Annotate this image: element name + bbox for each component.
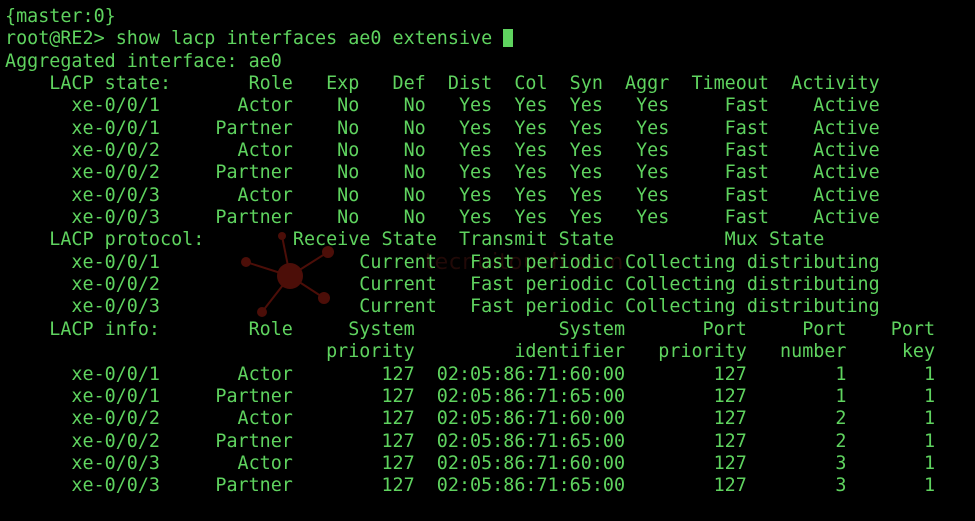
terminal-line: {master:0} [5,6,935,28]
terminal-line: xe-0/0/2 Actor No No Yes Yes Yes Yes Fas… [5,140,935,162]
terminal-line: LACP info: Role System System Port Port … [5,319,935,341]
terminal-line: xe-0/0/1 Current Fast periodic Collectin… [5,252,935,274]
terminal-line-text: priority identifier priority number key [5,341,936,363]
terminal-line: xe-0/0/1 Actor No No Yes Yes Yes Yes Fas… [5,95,935,117]
terminal-line: LACP state: Role Exp Def Dist Col Syn Ag… [5,73,935,95]
terminal-line-text: LACP state: Role Exp Def Dist Col Syn Ag… [5,73,880,95]
terminal-line: xe-0/0/3 Actor 127 02:05:86:71:60:00 127… [5,453,935,475]
terminal-line: xe-0/0/2 Actor 127 02:05:86:71:60:00 127… [5,408,935,430]
terminal-line-text: Aggregated interface: ae0 [5,50,282,72]
terminal-line: xe-0/0/1 Partner No No Yes Yes Yes Yes F… [5,118,935,140]
terminal-line: xe-0/0/2 Current Fast periodic Collectin… [5,274,935,296]
terminal-window[interactable]: tecnuitouch.com {master:0} root@RE2> show… [0,0,975,521]
terminal-line-text: {master:0} [5,6,116,27]
terminal-line-text: xe-0/0/2 Partner 127 02:05:86:71:65:00 1… [5,430,936,452]
terminal-line-text: xe-0/0/1 Actor No No Yes Yes Yes Yes Fas… [5,95,880,117]
terminal-line: root@RE2> show lacp interfaces ae0 exten… [5,28,935,50]
terminal-line: xe-0/0/3 Actor No No Yes Yes Yes Yes Fas… [5,185,935,207]
terminal-line-text: xe-0/0/3 Partner 127 02:05:86:71:65:00 1… [5,475,936,497]
terminal-line: xe-0/0/3 Partner 127 02:05:86:71:65:00 1… [5,475,935,497]
terminal-line-text: xe-0/0/1 Current Fast periodic Collectin… [5,251,880,273]
terminal-line-text: xe-0/0/2 Partner No No Yes Yes Yes Yes F… [5,162,880,184]
terminal-line: xe-0/0/3 Partner No No Yes Yes Yes Yes F… [5,207,935,229]
terminal-line-text: xe-0/0/3 Actor No No Yes Yes Yes Yes Fas… [5,184,880,206]
terminal-line: xe-0/0/1 Partner 127 02:05:86:71:65:00 1… [5,386,935,408]
terminal-line: priority identifier priority number key [5,341,935,363]
terminal-line-text: root@RE2> show lacp interfaces ae0 exten… [5,28,504,50]
terminal-line-text: xe-0/0/3 Partner No No Yes Yes Yes Yes F… [5,207,880,229]
terminal-cursor [503,29,514,48]
terminal-line-text: LACP protocol: Receive State Transmit St… [5,229,825,251]
terminal-line-text: xe-0/0/2 Current Fast periodic Collectin… [5,274,880,296]
terminal-line: LACP protocol: Receive State Transmit St… [5,229,935,251]
terminal-line-text: xe-0/0/1 Partner 127 02:05:86:71:65:00 1… [5,385,936,407]
terminal-line-text: xe-0/0/3 Current Fast periodic Collectin… [5,296,880,318]
terminal-line-text: xe-0/0/1 Actor 127 02:05:86:71:60:00 127… [5,363,936,385]
terminal-line-text: xe-0/0/2 Actor 127 02:05:86:71:60:00 127… [5,408,936,430]
terminal-line-text: xe-0/0/2 Actor No No Yes Yes Yes Yes Fas… [5,140,880,162]
terminal-line-text: LACP info: Role System System Port Port … [5,318,936,340]
terminal-output[interactable]: {master:0} root@RE2> show lacp interfaces… [5,6,935,498]
terminal-line: Aggregated interface: ae0 [5,51,935,73]
terminal-line: xe-0/0/2 Partner 127 02:05:86:71:65:00 1… [5,431,935,453]
terminal-line-text: xe-0/0/1 Partner No No Yes Yes Yes Yes F… [5,117,880,139]
terminal-line: xe-0/0/2 Partner No No Yes Yes Yes Yes F… [5,162,935,184]
terminal-line: xe-0/0/1 Actor 127 02:05:86:71:60:00 127… [5,364,935,386]
terminal-line: xe-0/0/3 Current Fast periodic Collectin… [5,296,935,318]
terminal-line-text: xe-0/0/3 Actor 127 02:05:86:71:60:00 127… [5,452,936,474]
